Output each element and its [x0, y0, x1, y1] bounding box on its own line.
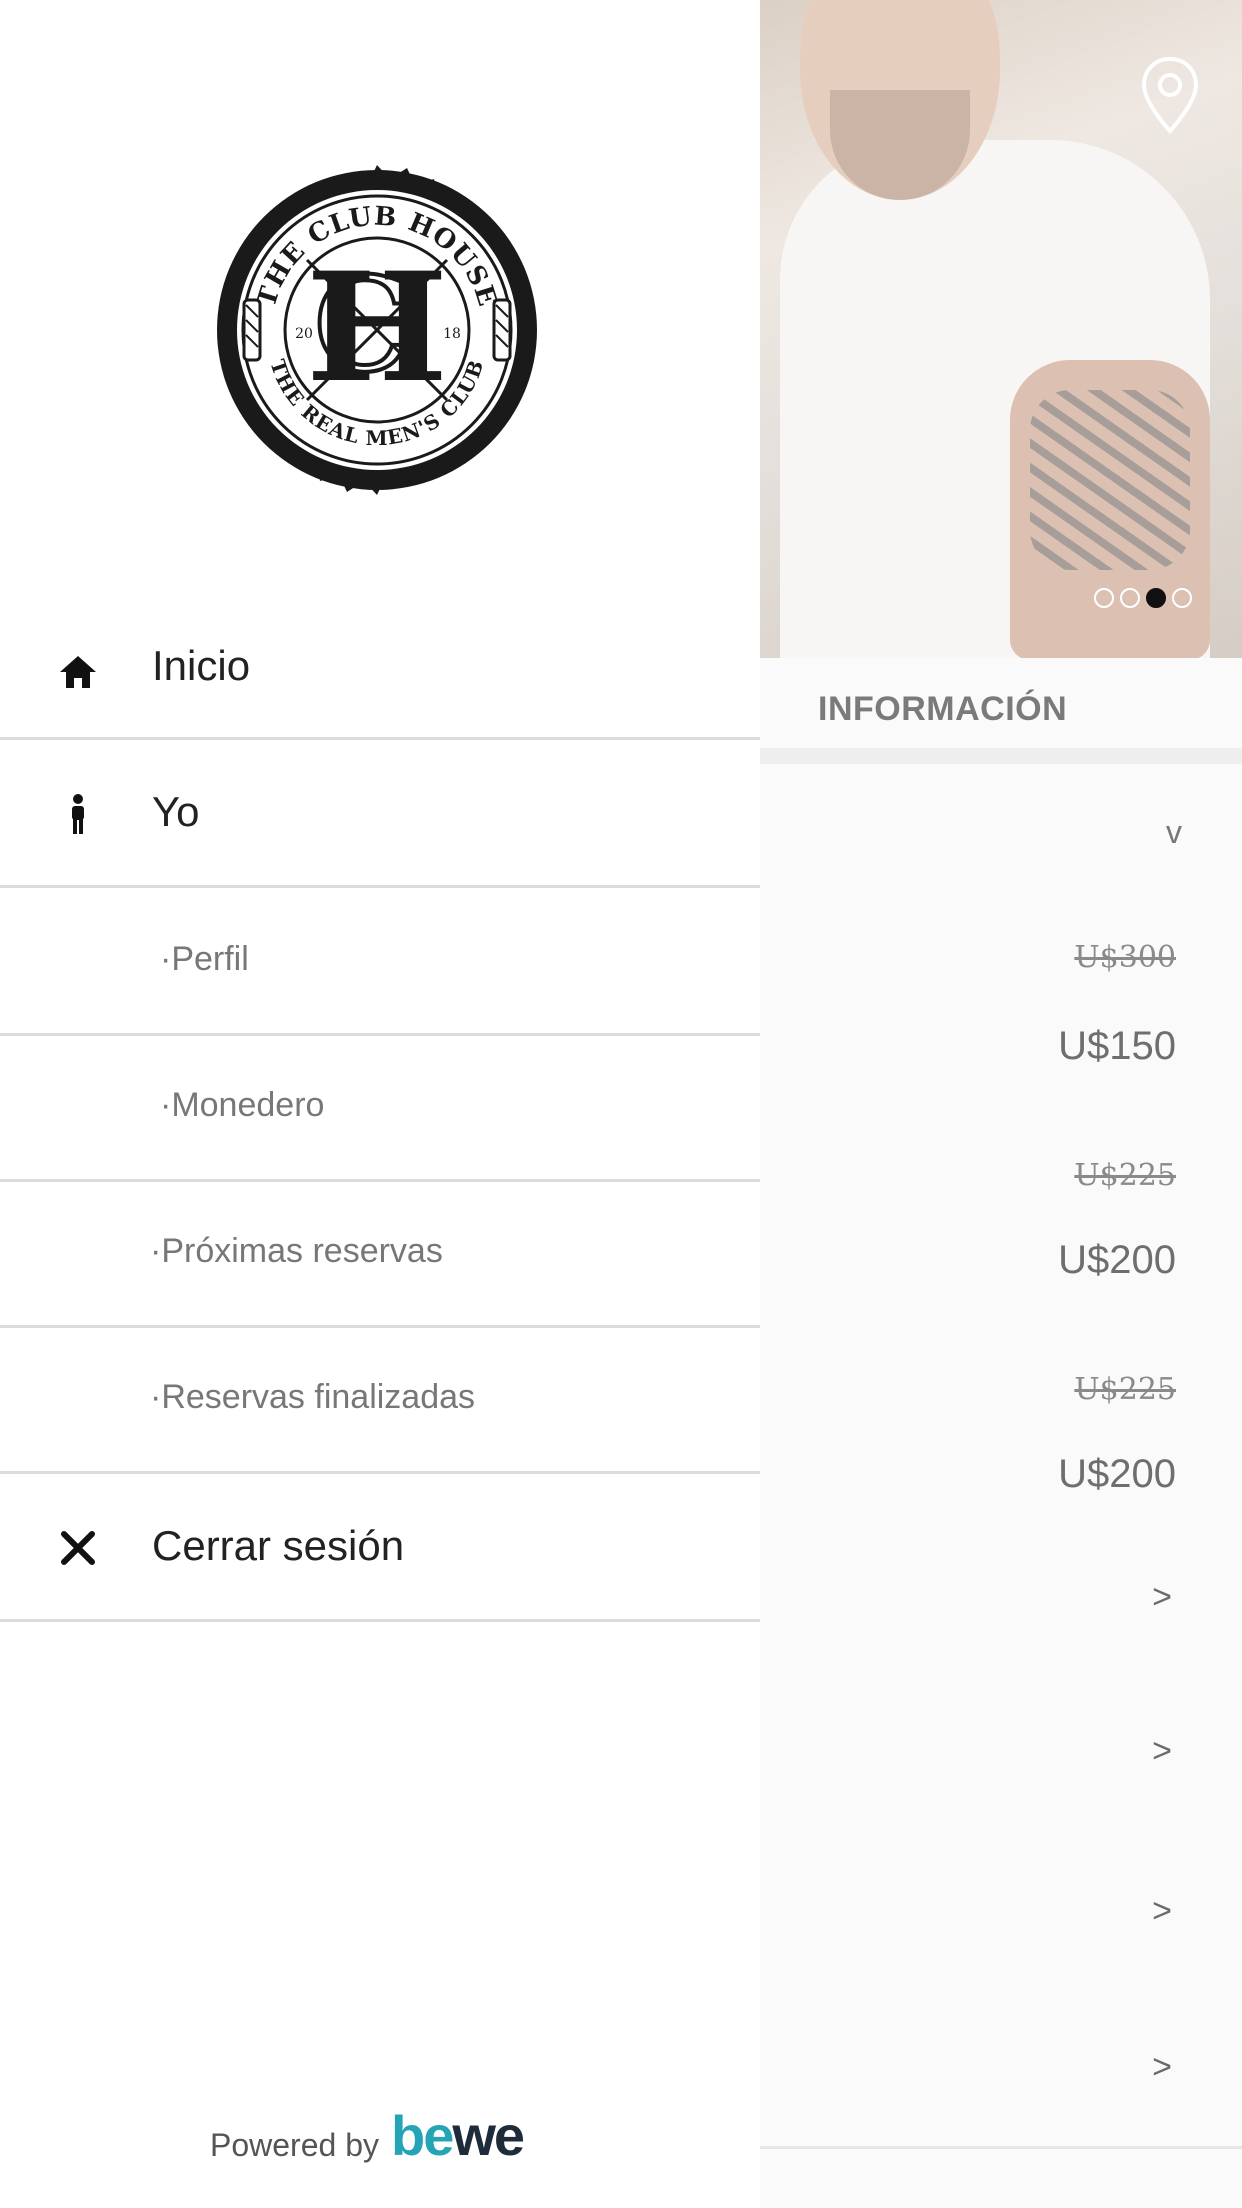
chevron-right-icon: > [1152, 1892, 1172, 1930]
powered-by-footer: Powered by bewe [210, 2108, 525, 2164]
close-icon [61, 1531, 95, 1565]
chevron-right-icon: > [1152, 1578, 1172, 1616]
submenu-label-perfil: ·Perfil [160, 940, 249, 978]
person-icon [72, 794, 84, 834]
old-price: U$300 [1074, 940, 1176, 975]
nav-row[interactable]: > [760, 1830, 1242, 1991]
service-row[interactable]: U$225 U$200 [760, 1108, 1242, 1329]
nav-row[interactable]: > [760, 1670, 1242, 1833]
submenu-item-reservas-finalizadas[interactable]: ·Reservas finalizadas [0, 1328, 760, 1474]
menu-label-yo: Yo [152, 788, 200, 835]
chevron-right-icon: > [1152, 1732, 1172, 1770]
section-title: INFORMACIÓN [818, 690, 1068, 728]
powered-by-text: Powered by [210, 2127, 379, 2163]
submenu-item-monedero[interactable]: ·Monedero [0, 1036, 760, 1182]
menu-item-yo[interactable]: Yo [0, 740, 760, 888]
logo-year-left: 20 [295, 326, 313, 342]
service-row[interactable]: U$225 U$200 [760, 1326, 1242, 1531]
home-icon [60, 656, 96, 688]
submenu-item-proximas-reservas[interactable]: ·Próximas reservas [0, 1182, 760, 1328]
new-price: U$150 [1058, 1024, 1176, 1068]
submenu-label-monedero: ·Monedero [160, 1086, 325, 1124]
hero-image-carousel[interactable] [760, 0, 1242, 658]
submenu-item-perfil[interactable]: ·Perfil [0, 888, 760, 1036]
carousel-dot[interactable] [1094, 588, 1114, 608]
bewe-logo[interactable]: bewe [391, 2108, 525, 2164]
menu-item-inicio[interactable]: Inicio [0, 598, 760, 740]
old-price: U$225 [1074, 1158, 1176, 1193]
nav-row[interactable]: > [760, 1988, 1242, 2149]
location-pin-icon[interactable] [1138, 55, 1202, 135]
club-house-logo: THE CLUB HOUSE THE REAL MEN'S CLUB H C 2… [217, 165, 537, 495]
bewe-logo-we: we [452, 2104, 525, 2167]
carousel-dot[interactable] [1172, 588, 1192, 608]
svg-text:C: C [312, 249, 411, 401]
bewe-logo-be: be [390, 2104, 454, 2167]
service-row[interactable]: U$300 U$150 [760, 898, 1242, 1111]
menu-item-cerrar-sesion[interactable]: Cerrar sesión [0, 1474, 760, 1622]
submenu-label-reservas-finalizadas: ·Reservas finalizadas [150, 1378, 476, 1416]
menu-label-cerrar-sesion: Cerrar sesión [152, 1522, 405, 1569]
old-price: U$225 [1074, 1372, 1176, 1407]
carousel-dot-active[interactable] [1146, 588, 1166, 608]
carousel-dot[interactable] [1120, 588, 1140, 608]
chevron-down-icon: v [1166, 814, 1182, 850]
carousel-pagination [1094, 588, 1192, 608]
new-price: U$200 [1058, 1238, 1176, 1282]
chevron-right-icon: > [1152, 2048, 1172, 2086]
menu-label-inicio: Inicio [152, 642, 251, 689]
logo-year-right: 18 [443, 326, 461, 342]
background-page: INFORMACIÓN v U$300 U$150 U$225 U$200 U$… [760, 0, 1242, 2208]
nav-row[interactable]: > [760, 1528, 1242, 1673]
info-dropdown-row[interactable]: v [760, 764, 1242, 901]
navigation-drawer: THE CLUB HOUSE THE REAL MEN'S CLUB H C 2… [0, 0, 760, 2208]
new-price: U$200 [1058, 1452, 1176, 1496]
submenu-label-proximas-reservas: ·Próximas reservas [150, 1232, 443, 1270]
section-divider [760, 748, 1242, 764]
